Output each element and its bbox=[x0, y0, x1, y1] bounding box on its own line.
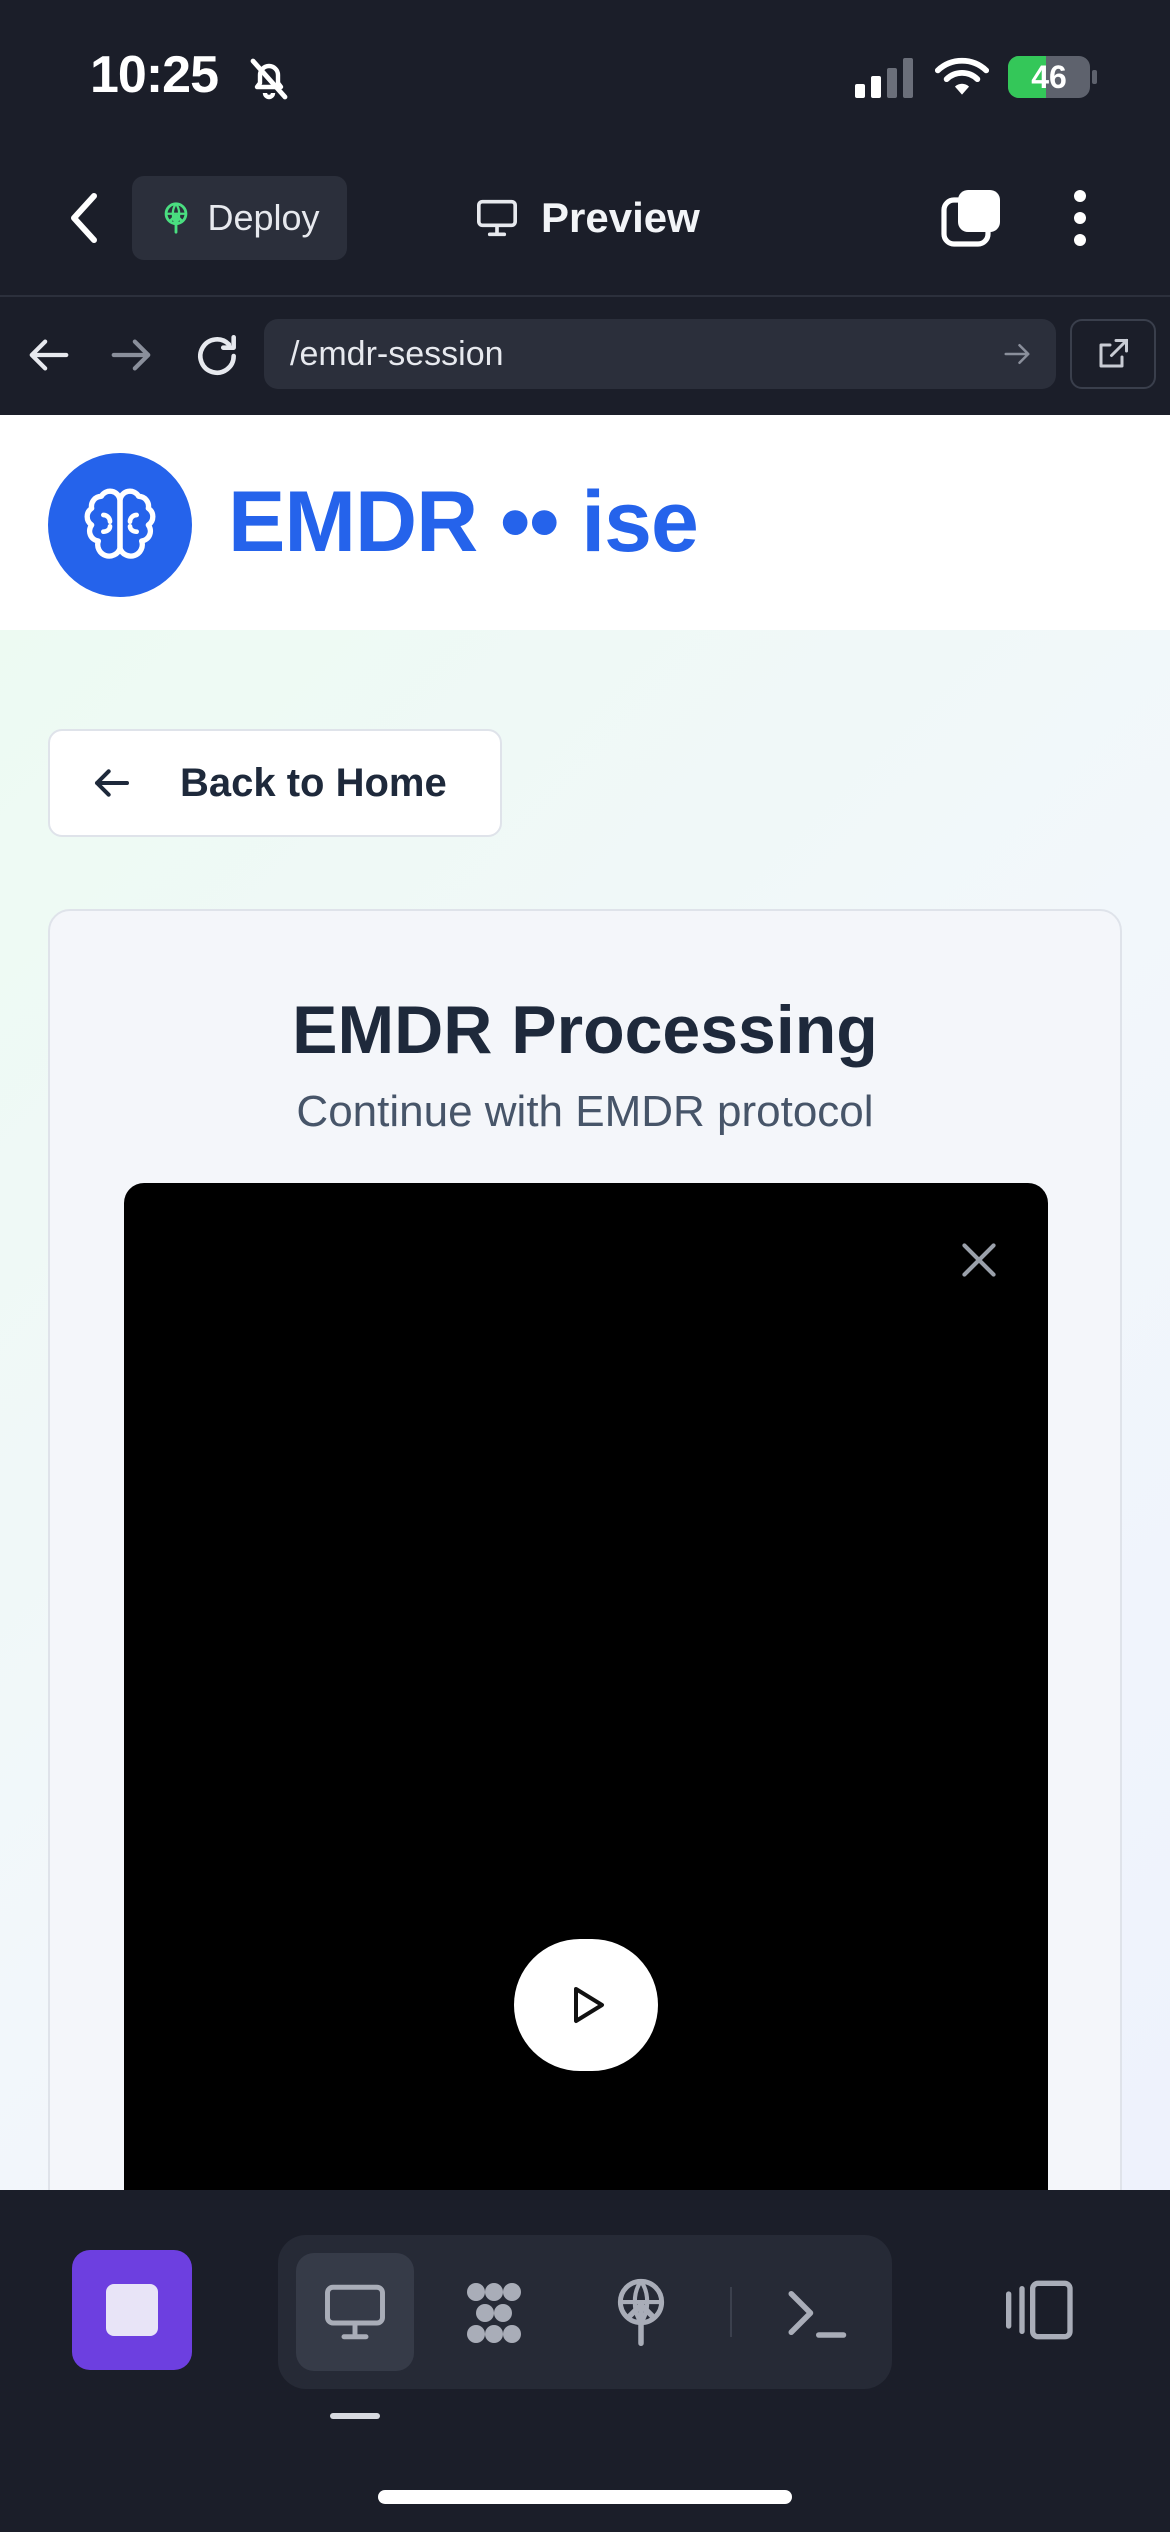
brain-icon bbox=[84, 488, 156, 559]
tool-switcher bbox=[278, 2235, 892, 2389]
url-input[interactable]: /emdr-session bbox=[264, 319, 1056, 389]
bottom-toolbar bbox=[0, 2190, 1170, 2532]
battery-icon: 46 bbox=[1008, 56, 1090, 98]
back-to-home-button[interactable]: Back to Home bbox=[48, 729, 502, 837]
battery-cap bbox=[1092, 70, 1097, 84]
bell-slash-icon bbox=[250, 58, 288, 100]
deploy-button[interactable]: Deploy bbox=[132, 176, 347, 260]
open-external-button[interactable] bbox=[1070, 319, 1156, 389]
reload-icon[interactable] bbox=[192, 331, 242, 381]
video-player[interactable] bbox=[124, 1183, 1048, 2190]
more-vertical-icon[interactable] bbox=[1062, 186, 1098, 250]
back-chevron-icon[interactable] bbox=[62, 188, 106, 248]
play-button[interactable] bbox=[514, 1939, 658, 2071]
clock: 10:25 bbox=[90, 46, 219, 104]
url-text: /emdr-session bbox=[290, 334, 504, 373]
preview-label: Preview bbox=[541, 194, 700, 241]
site-header: EMDR •• ise bbox=[0, 415, 1170, 630]
web-content: EMDR •• ise Back to Home EMDR Processing… bbox=[0, 415, 1170, 2190]
wifi-icon bbox=[935, 57, 989, 95]
terminal-icon[interactable] bbox=[783, 2285, 849, 2341]
monitor-icon bbox=[325, 2284, 385, 2340]
deploy-antenna-icon bbox=[165, 202, 188, 234]
signal-icon bbox=[855, 58, 913, 98]
battery-level: 46 bbox=[1031, 58, 1067, 95]
home-indicator bbox=[378, 2490, 792, 2504]
tabs-icon[interactable] bbox=[940, 186, 1004, 250]
divider bbox=[730, 2287, 732, 2337]
site-logo-text[interactable]: EMDR •• ise bbox=[228, 473, 699, 572]
play-icon bbox=[574, 1987, 604, 2023]
nav-back-icon[interactable] bbox=[26, 335, 72, 375]
stop-icon bbox=[106, 2284, 158, 2336]
card-title: EMDR Processing bbox=[292, 992, 878, 1068]
deploy-label: Deploy bbox=[207, 197, 320, 238]
back-to-home-label: Back to Home bbox=[180, 760, 447, 805]
nav-forward-icon[interactable] bbox=[108, 335, 154, 375]
modules-icon[interactable] bbox=[456, 2277, 532, 2349]
stop-button[interactable] bbox=[72, 2250, 192, 2370]
deploy-tool-icon[interactable] bbox=[608, 2275, 674, 2351]
browser-toolbar: /emdr-session bbox=[0, 297, 1170, 415]
preview-title: Preview bbox=[475, 178, 700, 258]
monitor-icon bbox=[477, 199, 517, 237]
status-bar: 10:25 46 bbox=[0, 0, 1170, 150]
site-logo[interactable] bbox=[48, 453, 192, 597]
session-card: EMDR Processing Continue with EMDR proto… bbox=[48, 909, 1122, 2190]
app-header: Deploy Preview bbox=[0, 150, 1170, 297]
external-link-icon bbox=[1099, 339, 1128, 368]
panel-layout-icon[interactable] bbox=[1000, 2278, 1076, 2342]
card-subtitle: Continue with EMDR protocol bbox=[296, 1087, 874, 1136]
active-tab-indicator bbox=[330, 2413, 380, 2419]
go-arrow-icon[interactable] bbox=[1002, 341, 1032, 367]
arrow-left-icon bbox=[95, 769, 129, 797]
close-icon[interactable] bbox=[954, 1235, 1004, 1285]
tool-preview-button[interactable] bbox=[296, 2253, 414, 2371]
